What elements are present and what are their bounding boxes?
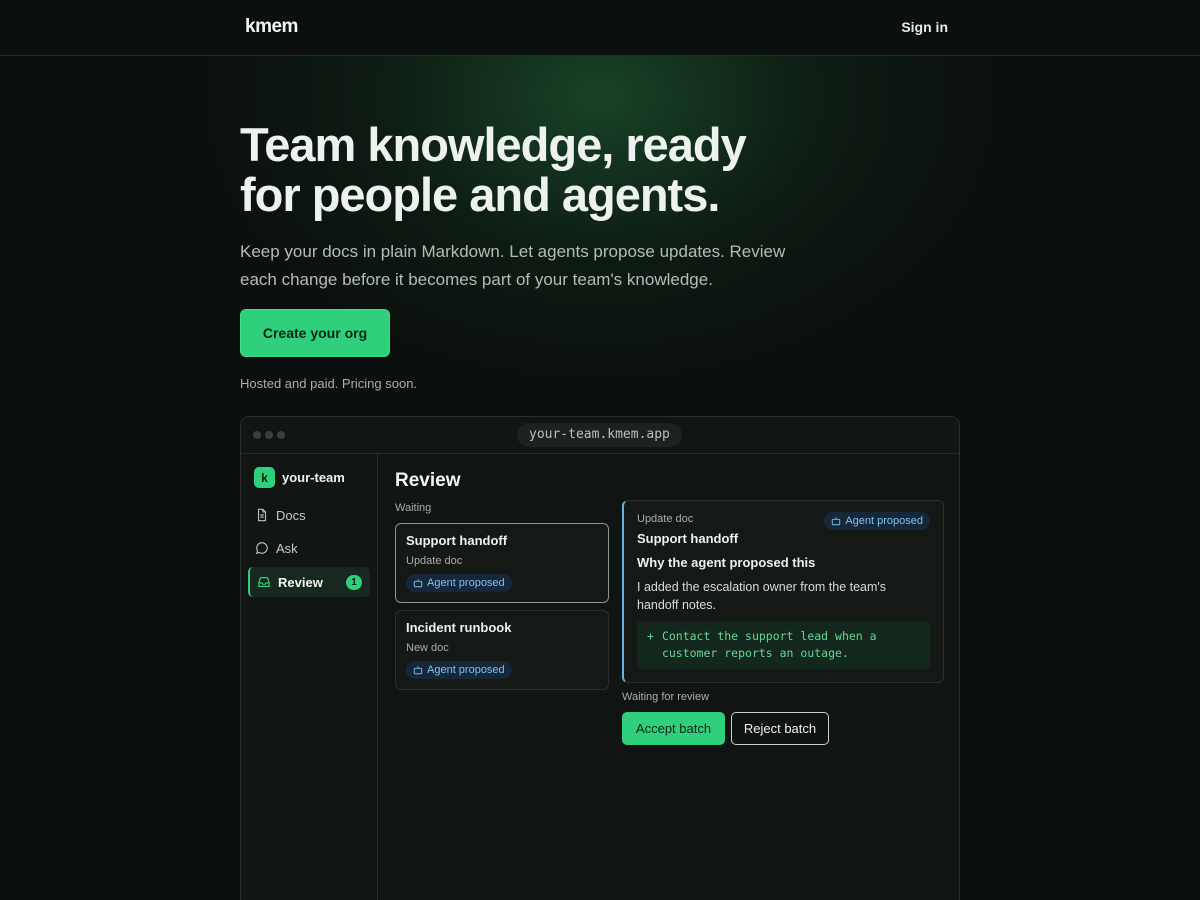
waiting-label: Waiting bbox=[395, 502, 432, 514]
diff-block: + Contact the support lead when a custom… bbox=[637, 621, 930, 669]
sign-in-link[interactable]: Sign in bbox=[901, 19, 948, 35]
proposal-title: Support handoff bbox=[406, 533, 508, 548]
logo[interactable]: kmem bbox=[245, 16, 298, 38]
hero-title-line-2: for people and agents. bbox=[240, 168, 720, 221]
app-preview-window: your-team.kmem.app k your-team Docs Ask … bbox=[240, 416, 960, 900]
badge-label: Agent proposed bbox=[427, 664, 505, 676]
robot-icon bbox=[832, 517, 841, 526]
team-switcher[interactable]: k your-team bbox=[254, 467, 345, 488]
diff-text: Contact the support lead when a customer… bbox=[662, 628, 877, 662]
why-heading: Why the agent proposed this bbox=[637, 555, 816, 570]
sidebar-item-docs[interactable]: Docs bbox=[248, 500, 370, 530]
doc-icon bbox=[257, 508, 267, 522]
review-status: Waiting for review bbox=[622, 691, 710, 703]
team-avatar: k bbox=[254, 467, 275, 488]
proposal-card[interactable]: Incident runbook New doc Agent proposed bbox=[395, 610, 609, 690]
create-org-button[interactable]: Create your org bbox=[240, 309, 390, 357]
hero-subtitle-line-1: Keep your docs in plain Markdown. Let ag… bbox=[240, 242, 786, 261]
proposal-type: Update doc bbox=[406, 555, 463, 567]
proposal-card[interactable]: Support handoff Update doc Agent propose… bbox=[395, 523, 609, 603]
page-title: Review bbox=[395, 470, 461, 491]
robot-icon bbox=[413, 666, 423, 675]
url-bar[interactable]: your-team.kmem.app bbox=[517, 423, 682, 447]
agent-proposed-badge: Agent proposed bbox=[824, 512, 930, 530]
window-controls bbox=[253, 431, 285, 439]
hero-title-line-1: Team knowledge, ready bbox=[240, 118, 747, 171]
sidebar-item-label: Docs bbox=[276, 507, 306, 523]
diff-line: customer reports an outage. bbox=[661, 646, 849, 660]
agent-reason: I added the escalation owner from the te… bbox=[637, 580, 887, 612]
inbox-icon bbox=[258, 577, 270, 587]
review-count-badge: 1 bbox=[346, 575, 362, 590]
proposal-title: Incident runbook bbox=[406, 620, 512, 635]
chat-icon bbox=[255, 542, 268, 555]
agent-proposed-badge: Agent proposed bbox=[406, 661, 512, 679]
window-dot bbox=[277, 431, 285, 439]
badge-label: Agent proposed bbox=[845, 515, 923, 527]
sidebar-item-ask[interactable]: Ask bbox=[248, 533, 370, 563]
top-nav: kmem Sign in bbox=[0, 0, 1200, 56]
diff-marker: + bbox=[647, 629, 654, 643]
sidebar-item-label: Review bbox=[278, 574, 323, 590]
pricing-note: Hosted and paid. Pricing soon. bbox=[240, 376, 418, 391]
window-dot bbox=[253, 431, 261, 439]
agent-proposed-badge: Agent proposed bbox=[406, 574, 512, 592]
proposal-detail: Update doc Agent proposed Support handof… bbox=[622, 500, 944, 683]
detail-title: Support handoff bbox=[637, 531, 739, 546]
sidebar-item-review[interactable]: Review 1 bbox=[248, 567, 370, 597]
reject-batch-button[interactable]: Reject batch bbox=[731, 712, 829, 745]
robot-icon bbox=[413, 579, 423, 588]
accept-batch-button[interactable]: Accept batch bbox=[622, 712, 725, 745]
badge-label: Agent proposed bbox=[427, 577, 505, 589]
hero-subtitle-line-2: each change before it becomes part of yo… bbox=[240, 270, 713, 289]
diff-line: Contact the support lead when a bbox=[661, 629, 877, 643]
team-name: your-team bbox=[282, 470, 345, 485]
proposal-type: New doc bbox=[406, 642, 449, 654]
sidebar-item-label: Ask bbox=[276, 540, 298, 556]
sidebar: k your-team Docs Ask Review 1 bbox=[241, 454, 378, 900]
hero-subtitle: Keep your docs in plain Markdown. Let ag… bbox=[240, 238, 840, 294]
review-panel: Review Waiting Support handoff Update do… bbox=[379, 454, 959, 900]
window-dot bbox=[265, 431, 273, 439]
window-title-bar: your-team.kmem.app bbox=[241, 417, 959, 454]
hero-title: Team knowledge, ready for people and age… bbox=[240, 120, 860, 220]
